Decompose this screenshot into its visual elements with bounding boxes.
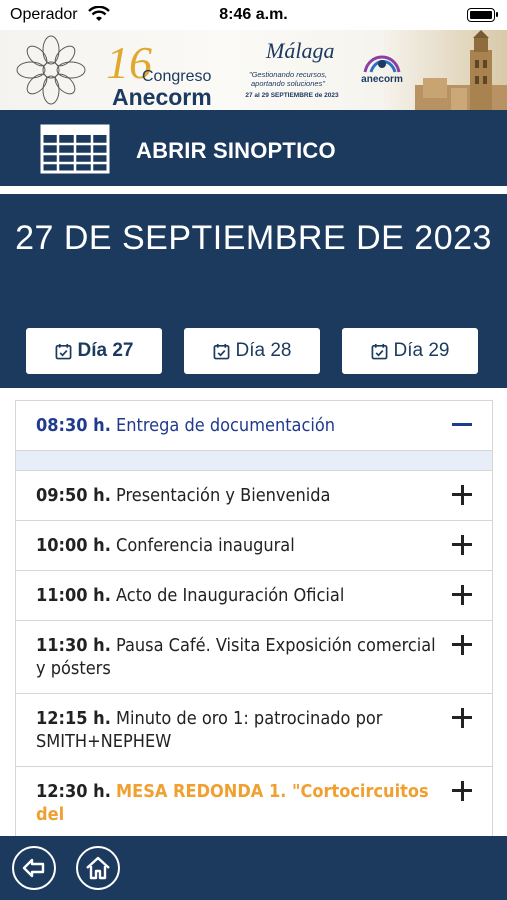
tab-day-label: Día 27	[77, 340, 134, 361]
tab-day-label: Día 29	[393, 340, 450, 361]
agenda-title: Acto de Inauguración Oficial	[116, 585, 345, 606]
date-title: 27 DE SEPTIEMBRE DE 2023	[15, 219, 492, 257]
agenda-item[interactable]: 10:00 h. Conferencia inaugural	[15, 520, 493, 570]
congress-dates: 27 al 29 SEPTIEMBRE de 2023	[245, 92, 339, 99]
anecorm-logo-icon	[363, 55, 401, 73]
agenda-time: 10:00 h.	[36, 535, 111, 556]
date-header: 27 DE SEPTIEMBRE DE 2023 Día 27 Día 28 D…	[0, 194, 507, 388]
expand-icon[interactable]	[452, 635, 472, 655]
agenda-title: Presentación y Bienvenida	[116, 485, 331, 506]
agenda-time: 11:00 h.	[36, 585, 111, 606]
agenda-item[interactable]: 11:30 h. Pausa Café. Visita Exposición c…	[15, 620, 493, 693]
expand-icon[interactable]	[452, 781, 472, 801]
slogan: "Gestionando recursos, aportando solucio…	[248, 70, 328, 89]
calendar-check-icon	[213, 343, 229, 359]
city-name: Málaga	[266, 38, 335, 63]
agenda-item[interactable]: 12:30 h. MESA REDONDA 1. "Cortocircuitos…	[15, 766, 493, 836]
agenda-time: 12:15 h.	[36, 708, 111, 729]
agenda-time: 08:30 h.	[36, 415, 111, 436]
agenda-item[interactable]: 12:15 h. Minuto de oro 1: patrocinado po…	[15, 693, 493, 766]
tab-day-label: Día 28	[235, 340, 292, 361]
open-synoptic-button[interactable]: ABRIR SINOPTICO	[0, 110, 507, 186]
battery-fill	[470, 11, 492, 19]
expand-icon[interactable]	[452, 485, 472, 505]
flower-illustration-icon	[16, 35, 86, 105]
clock: 8:46 a.m.	[219, 6, 288, 23]
collapse-icon[interactable]	[452, 415, 472, 435]
tab-day-28[interactable]: Día 28	[184, 328, 320, 374]
battery-icon	[467, 8, 498, 22]
logo-text: anecorm	[361, 74, 403, 85]
congress-name: Anecorm	[112, 84, 212, 110]
agenda-title: Entrega de documentación	[116, 415, 336, 436]
back-arrow-icon	[22, 858, 45, 878]
agenda-item[interactable]: 09:50 h. Presentación y Bienvenida	[15, 470, 493, 520]
agenda-time: 09:50 h.	[36, 485, 111, 506]
tab-day-27[interactable]: Día 27	[26, 328, 162, 374]
expand-icon[interactable]	[452, 708, 472, 728]
table-icon	[40, 124, 110, 174]
agenda-item[interactable]: 11:00 h. Acto de Inauguración Oficial	[15, 570, 493, 620]
cathedral-illustration-icon	[415, 30, 507, 110]
status-bar: Operador 8:46 a.m.	[0, 0, 507, 30]
agenda-item-detail	[15, 450, 493, 470]
home-button[interactable]	[76, 846, 120, 890]
tab-day-29[interactable]: Día 29	[342, 328, 478, 374]
bottom-nav	[0, 836, 507, 900]
agenda-time: 11:30 h.	[36, 635, 111, 656]
home-icon	[86, 856, 110, 880]
agenda-time: 12:30 h.	[36, 781, 111, 802]
synoptic-label: ABRIR SINOPTICO	[136, 138, 336, 163]
calendar-check-icon	[55, 343, 71, 359]
back-button[interactable]	[12, 846, 56, 890]
agenda-title: Conferencia inaugural	[116, 535, 295, 556]
expand-icon[interactable]	[452, 535, 472, 555]
agenda-list: 08:30 h. Entrega de documentación 09:50 …	[15, 400, 493, 836]
calendar-check-icon	[371, 343, 387, 359]
congress-banner: 16 Congreso Anecorm Málaga "Gestionando …	[0, 30, 507, 110]
agenda-item[interactable]: 08:30 h. Entrega de documentación	[15, 400, 493, 450]
expand-icon[interactable]	[452, 585, 472, 605]
